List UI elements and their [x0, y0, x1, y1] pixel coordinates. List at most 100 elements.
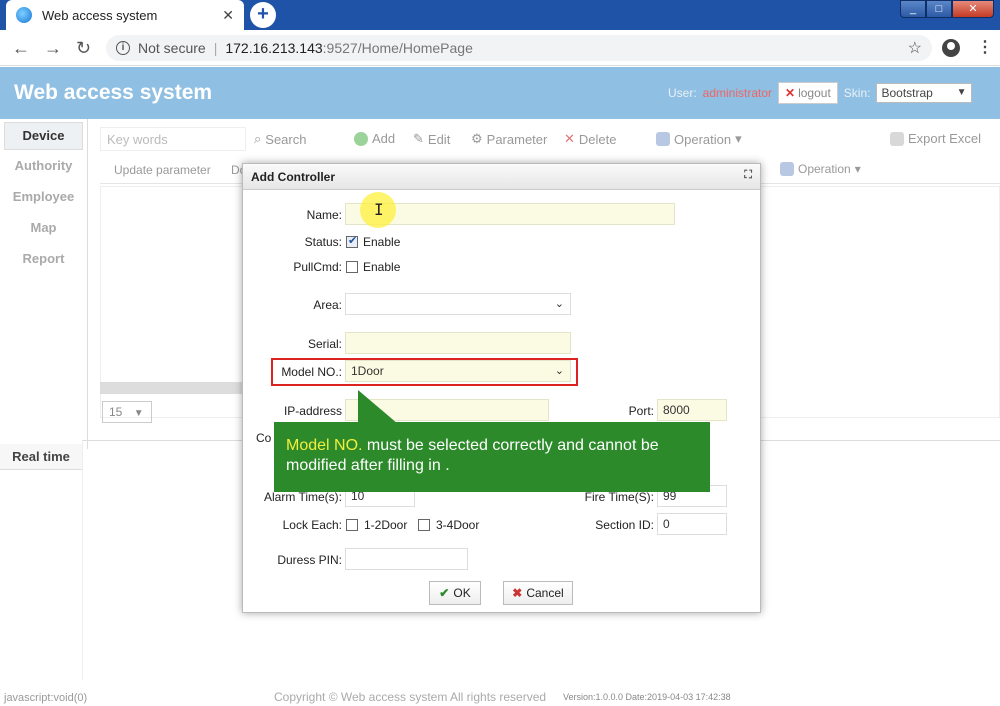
update-parameter-button[interactable]: Update parameter [114, 163, 211, 177]
tab-title: Web access system [42, 7, 158, 23]
window-close-icon[interactable]: ✕ [952, 0, 994, 18]
parameter-button[interactable]: ⚙ Parameter [471, 131, 547, 147]
cancel-button[interactable]: ✖ Cancel [503, 581, 573, 605]
user-info: User: administrator ✕ logout Skin: Boots… [668, 82, 973, 104]
browser-menu-icon[interactable]: ⋮ [977, 37, 993, 57]
dialog-close-icon[interactable]: ⛶ [744, 169, 752, 182]
url-separator: | [213, 40, 218, 56]
pullcmd-label: PullCmd: [293, 260, 342, 274]
edit-label: Edit [427, 131, 451, 147]
search-label: Search [265, 131, 307, 147]
horizontal-scrollbar[interactable] [100, 382, 250, 394]
area-label: Area: [313, 298, 342, 312]
app-header: Web access system User: administrator ✕ … [0, 67, 1000, 119]
operation-icon [780, 162, 794, 176]
lock-3-4door-label: 3-4Door [436, 518, 480, 532]
sidebar-item-authority[interactable]: Authority [4, 153, 83, 181]
logout-icon: ✕ [785, 86, 796, 100]
lock-3-4door-checkbox[interactable] [418, 519, 430, 531]
check-icon: ✔ [439, 586, 450, 600]
sidebar-item-employee[interactable]: Employee [4, 184, 83, 212]
serial-label: Serial: [307, 337, 342, 351]
area-select[interactable]: ⌄ [345, 293, 571, 315]
status-enable-checkbox[interactable] [346, 234, 358, 248]
lock-each-label: Lock Each: [282, 518, 342, 532]
caret-down-icon: ▾ [735, 131, 742, 146]
browser-tabbar: Web access system ✕ + _ □ ✕ [0, 0, 1000, 30]
not-secure-label: Not secure [138, 40, 206, 56]
pullcmd-enable-checkbox[interactable] [346, 261, 358, 273]
browser-tab[interactable]: Web access system ✕ [6, 0, 244, 30]
skin-select[interactable]: Bootstrap ▼ [876, 83, 973, 103]
back-arrow-icon[interactable]: ← [12, 38, 30, 59]
add-button[interactable]: Add [354, 131, 395, 146]
page-size-select[interactable]: 15 ▼ [102, 401, 152, 423]
model-value: 1Door [351, 364, 384, 378]
search-button[interactable]: ⌕ Search [254, 131, 306, 147]
callout-pointer [358, 390, 398, 424]
status-label: Status: [304, 235, 342, 249]
logout-button[interactable]: ✕ logout [778, 82, 838, 104]
sidebar-item-map[interactable]: Map [4, 215, 83, 243]
new-tab-button[interactable]: + [250, 2, 276, 28]
export-excel-button[interactable]: Export Excel [890, 131, 981, 146]
tab-close-icon[interactable]: ✕ [222, 7, 234, 24]
serial-input[interactable] [345, 332, 571, 354]
address-bar-row: ← → ↻ i Not secure | 172.16.213.143 :952… [0, 30, 1000, 66]
lock-1-2door-checkbox[interactable] [346, 519, 358, 531]
gear-icon: ⚙ [471, 131, 483, 146]
search-icon: ⌕ [254, 131, 262, 146]
port-input[interactable]: 8000 [657, 399, 727, 421]
dialog-header: Add Controller ⛶ [243, 164, 760, 190]
add-label: Add [372, 131, 396, 146]
pullcmd-enable-label: Enable [363, 260, 401, 274]
text-cursor-icon: I [374, 200, 384, 219]
ip-address-label: IP-address [283, 404, 342, 418]
add-controller-dialog: Add Controller ⛶ [242, 163, 761, 613]
forward-arrow-icon[interactable]: → [44, 38, 62, 59]
sidebar-item-device[interactable]: Device [4, 122, 83, 150]
url-path: :9527/Home/HomePage [322, 40, 473, 56]
account-icon[interactable] [942, 39, 960, 57]
reload-icon[interactable]: ↻ [76, 38, 91, 59]
page-size-value: 15 [109, 405, 123, 419]
export-label: Export Excel [908, 131, 981, 146]
search-input[interactable]: Key words [100, 127, 246, 151]
version-text: Version:1.0.0.0 Date:2019-04-03 17:42:38 [563, 692, 731, 702]
edit-button[interactable]: ✎ Edit [413, 131, 450, 147]
fire-time-label: Fire Time(S): [584, 490, 654, 504]
comm-label: Co [256, 431, 272, 445]
maximize-icon[interactable]: □ [926, 0, 952, 18]
url-field[interactable]: i Not secure | 172.16.213.143 :9527/Home… [106, 35, 932, 61]
instruction-callout: Model NO. must be selected correctly and… [274, 422, 710, 492]
section-id-label: Section ID: [595, 518, 654, 532]
sidebar: Device Authority Employee Map Report [0, 119, 88, 449]
delete-icon: ✕ [564, 131, 575, 146]
port-label: Port: [628, 404, 654, 418]
dialog-title: Add Controller [251, 170, 335, 184]
caret-down-icon: ▾ [854, 162, 861, 176]
skin-label: Skin: [843, 86, 871, 100]
duress-pin-input[interactable] [345, 548, 468, 570]
cancel-label: Cancel [526, 586, 564, 600]
name-label: Name: [306, 208, 342, 222]
cancel-icon: ✖ [512, 586, 523, 600]
delete-label: Delete [578, 131, 617, 147]
model-select[interactable]: 1Door ⌄ [345, 360, 571, 382]
tab-real-time[interactable]: Real time [0, 444, 82, 470]
callout-highlight: Model NO. [286, 437, 363, 454]
section-id-input[interactable]: 0 [657, 513, 727, 535]
bookmark-star-icon[interactable]: ☆ [908, 38, 922, 58]
delete-button[interactable]: ✕ Delete [564, 131, 616, 147]
chevron-down-icon: ⌄ [554, 298, 564, 310]
site-favicon-icon [16, 7, 32, 23]
sidebar-item-report[interactable]: Report [4, 246, 83, 274]
minimize-icon[interactable]: _ [900, 0, 926, 18]
info-icon[interactable]: i [116, 41, 130, 55]
footer: javascript:void(0) Copyright © Web acces… [0, 680, 1000, 706]
operation-icon [656, 132, 670, 146]
chevron-down-icon: ⌄ [554, 365, 564, 377]
operation-menu[interactable]: Operation ▾ [656, 131, 742, 147]
ok-button[interactable]: ✔ OK [429, 581, 481, 605]
sub-operation-menu[interactable]: Operation ▾ [780, 162, 861, 176]
